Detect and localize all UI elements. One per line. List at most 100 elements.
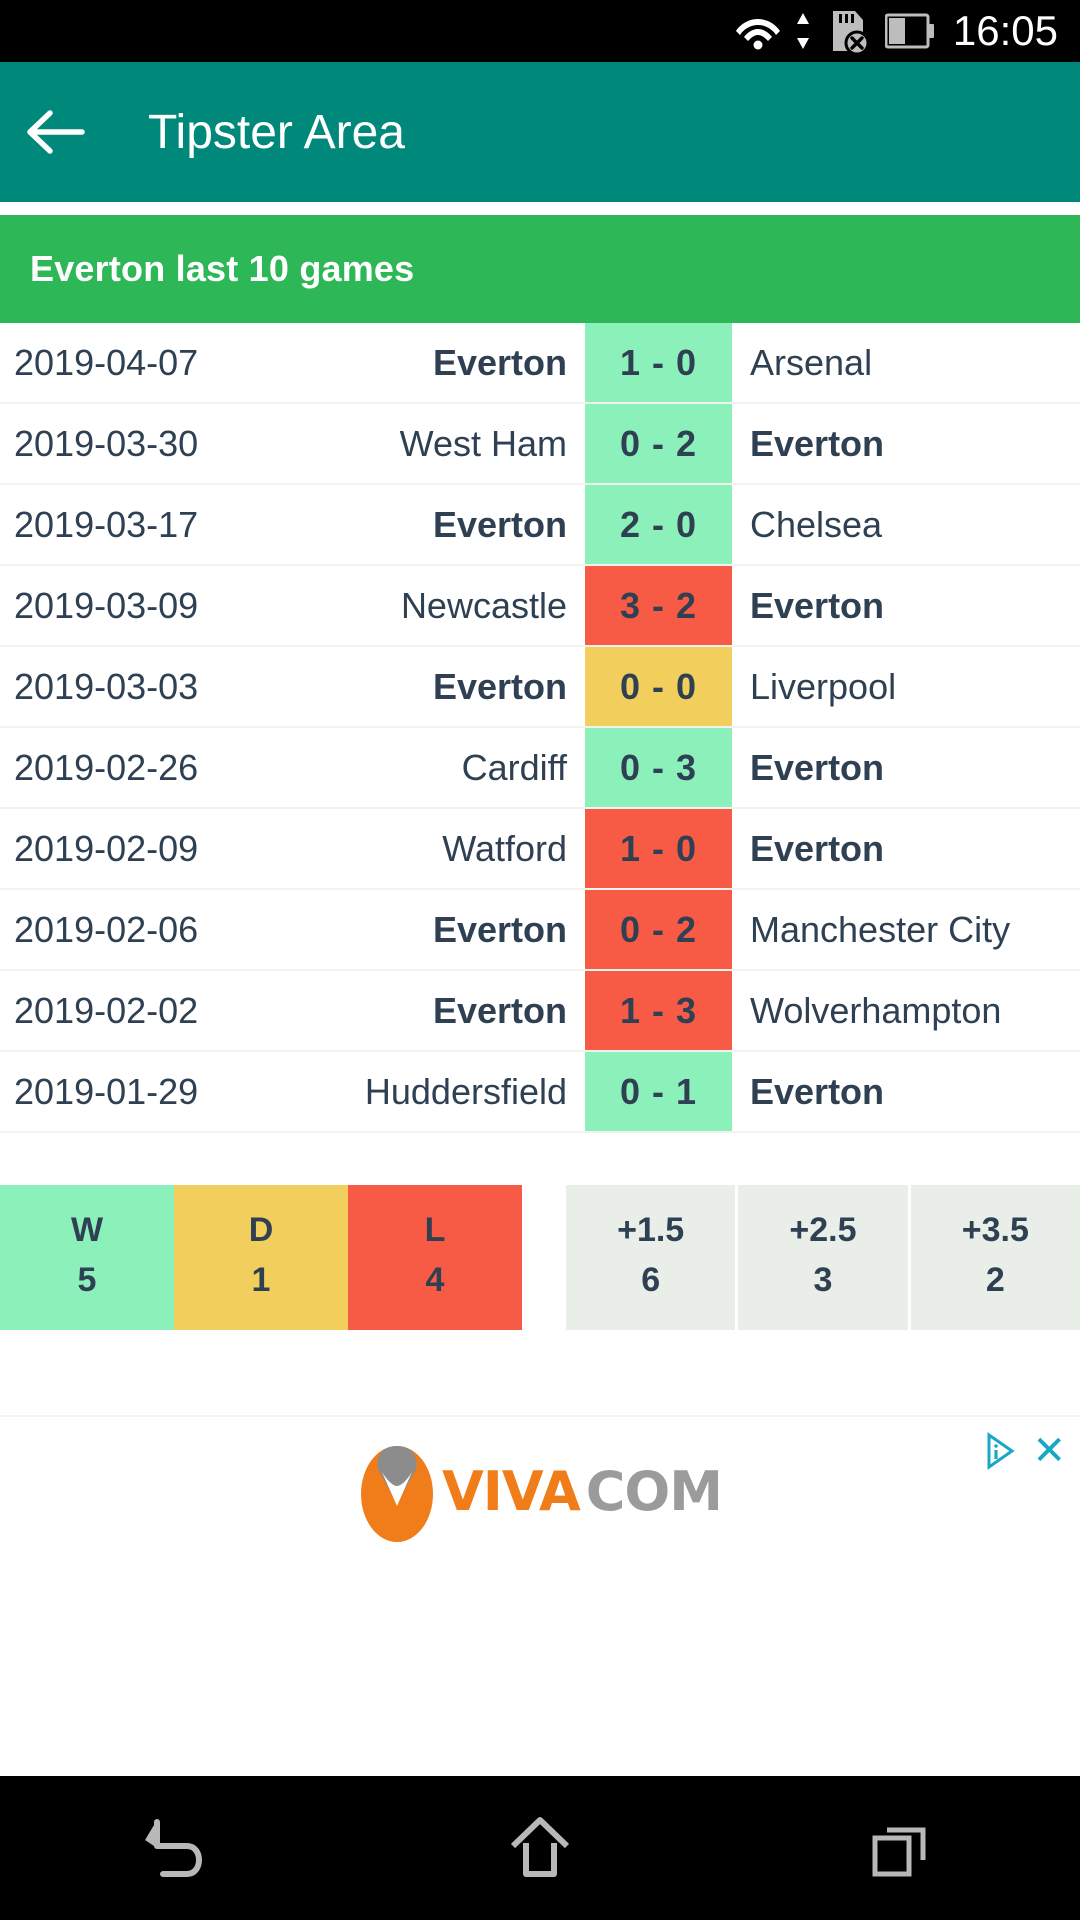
match-score: 1 - 0 [585,323,732,402]
summary-zone: W5D1L4 +1.5 6 +2.5 3 +3.5 2 [0,1133,1080,1333]
section-header: Everton last 10 games [0,215,1080,323]
match-date: 2019-02-26 [14,746,199,788]
away-team: Everton [750,827,885,869]
wdl-cell-l: L4 [348,1185,522,1330]
page-title: Tipster Area [148,105,405,159]
home-nav-icon [510,1817,570,1877]
over-goals-cell: +3.5 2 [910,1185,1080,1330]
over-goals-summary: +1.5 6 +2.5 3 +3.5 2 [566,1185,1080,1330]
main-content: Everton last 10 games 2019-04-07 Everton 1… [0,202,1080,1565]
match-date: 2019-02-02 [14,989,199,1031]
status-bar-clock: 16:05 [952,7,1058,54]
wifi-icon [735,19,780,50]
match-date: 2019-02-06 [14,908,199,950]
wdl-key: D [248,1210,274,1249]
table-row[interactable]: 2019-02-09 Watford 1 - 0 Everton [0,809,1080,890]
home-team: West Ham [399,422,567,464]
home-team: Everton [432,341,567,383]
status-bar: 16:05 [0,0,1080,62]
away-team: Manchester City [750,908,1011,950]
over-goals-cell: +2.5 3 [738,1185,908,1330]
match-results-table: 2019-04-07 Everton 1 - 0 Arsenal 2019-03-30 W… [0,323,1080,1133]
vivacom-logo: VIVA COM [358,1436,723,1546]
over-goals-key: +2.5 [789,1210,857,1249]
home-team: Everton [432,503,567,545]
ad-controls: ✕ [984,1431,1066,1471]
vivacom-mark-icon [360,1446,433,1542]
ad-banner[interactable]: VIVA COM ✕ [0,1415,1080,1565]
table-row[interactable]: 2019-01-29 Huddersfield 0 - 1 Everton [0,1052,1080,1133]
back-nav-icon [145,1819,202,1877]
away-team: Wolverhampton [750,989,1002,1031]
over-goals-key: +3.5 [961,1210,1029,1249]
home-team: Huddersfield [364,1070,567,1112]
away-team: Everton [750,422,885,464]
wdl-cell-w: W5 [0,1185,174,1330]
wdl-value: 4 [425,1261,445,1300]
match-date: 2019-03-03 [14,665,199,707]
away-team: Liverpool [750,665,897,707]
match-score: 0 - 2 [585,890,732,969]
match-date: 2019-03-30 [14,422,199,464]
away-team: Arsenal [750,341,873,383]
data-transfer-icon [796,13,809,49]
match-score: 0 - 3 [585,728,732,807]
table-row[interactable]: 2019-04-07 Everton 1 - 0 Arsenal [0,323,1080,404]
ad-brand-second: COM [585,1459,723,1523]
table-row[interactable]: 2019-03-30 West Ham 0 - 2 Everton [0,404,1080,485]
over-goals-value: 3 [813,1261,833,1300]
wdl-cell-d: D1 [174,1185,348,1330]
ad-choices-icon[interactable] [984,1432,1018,1470]
sd-card-removed-icon [832,11,870,53]
table-row[interactable]: 2019-02-06 Everton 0 - 2 Manchester City [0,890,1080,971]
away-team: Everton [750,746,885,788]
away-team: Everton [750,584,885,626]
wdl-value: 1 [251,1261,271,1300]
win-draw-loss-summary: W5D1L4 [0,1185,522,1330]
over-goals-value: 6 [641,1261,661,1300]
home-team: Newcastle [400,584,567,626]
home-team: Cardiff [461,746,567,788]
table-row[interactable]: 2019-02-26 Cardiff 0 - 3 Everton [0,728,1080,809]
status-bar-icons [735,9,935,53]
over-goals-value: 2 [985,1261,1005,1300]
back-button[interactable] [0,62,110,202]
match-score: 3 - 2 [585,566,732,645]
match-date: 2019-03-09 [14,584,199,626]
away-team: Everton [750,1070,885,1112]
app-bar: Tipster Area [0,62,1080,202]
ad-close-button[interactable]: ✕ [1032,1431,1066,1471]
away-team: Chelsea [750,503,883,545]
table-row[interactable]: 2019-03-17 Everton 2 - 0 Chelsea [0,485,1080,566]
home-team: Everton [432,908,567,950]
phone-screen: 16:05 Tipster Area Everton last 10 games… [0,0,1080,1920]
home-team: Everton [432,665,567,707]
section-header-label: Everton last 10 games [30,248,415,289]
match-score: 1 - 3 [585,971,732,1050]
match-date: 2019-02-09 [14,827,199,869]
table-row[interactable]: 2019-03-03 Everton 0 - 0 Liverpool [0,647,1080,728]
recents-nav-icon [872,1827,926,1877]
ad-brand-first: VIVA [441,1459,581,1523]
arrow-left-icon [27,110,85,154]
home-team: Watford [442,827,567,869]
match-score: 2 - 0 [585,485,732,564]
over-goals-key: +1.5 [617,1210,685,1249]
match-score: 0 - 2 [585,404,732,483]
nav-recents-button[interactable] [800,1776,1000,1920]
match-score: 0 - 1 [585,1052,732,1131]
match-date: 2019-04-07 [14,341,199,383]
match-date: 2019-01-29 [14,1070,199,1112]
wdl-key: W [70,1210,104,1249]
table-row[interactable]: 2019-03-09 Newcastle 3 - 2 Everton [0,566,1080,647]
content-top-gap [0,202,1080,215]
wdl-key: L [424,1210,446,1249]
battery-icon [884,13,934,49]
nav-back-button[interactable] [80,1776,280,1920]
table-row[interactable]: 2019-02-02 Everton 1 - 3 Wolverhampton [0,971,1080,1052]
home-team: Everton [432,989,567,1031]
nav-home-button[interactable] [440,1776,640,1920]
android-navigation-bar [0,1776,1080,1920]
over-goals-cell: +1.5 6 [566,1185,736,1330]
match-score: 1 - 0 [585,809,732,888]
